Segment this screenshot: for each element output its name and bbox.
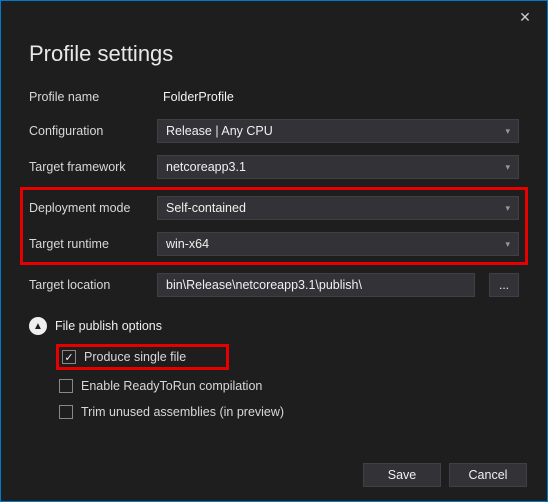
label-configuration: Configuration <box>29 124 149 138</box>
target-framework-dropdown[interactable]: netcoreapp3.1 ▾ <box>157 155 519 179</box>
label-target-framework: Target framework <box>29 160 149 174</box>
deployment-mode-dropdown[interactable]: Self-contained ▾ <box>157 196 519 220</box>
dialog-footer: Save Cancel <box>363 463 527 487</box>
target-runtime-dropdown[interactable]: win-x64 ▾ <box>157 232 519 256</box>
value-profile-name: FolderProfile <box>157 87 519 107</box>
option-trim-row: Trim unused assemblies (in preview) <box>29 405 519 419</box>
option-ready-to-run-row: Enable ReadyToRun compilation <box>29 379 519 393</box>
single-file-checkbox[interactable] <box>62 350 76 364</box>
ready-to-run-checkbox[interactable] <box>59 379 73 393</box>
single-file-label: Produce single file <box>84 350 186 364</box>
trim-checkbox[interactable] <box>59 405 73 419</box>
chevron-up-icon: ▲ <box>29 317 47 335</box>
save-button[interactable]: Save <box>363 463 441 487</box>
label-target-runtime: Target runtime <box>29 237 149 251</box>
cancel-button[interactable]: Cancel <box>449 463 527 487</box>
highlight-single-file: Produce single file <box>56 344 229 370</box>
chevron-down-icon: ▾ <box>505 203 510 214</box>
target-runtime-value: win-x64 <box>166 237 209 251</box>
settings-form: Profile name FolderProfile Configuration… <box>29 87 519 419</box>
close-icon[interactable]: ✕ <box>515 7 535 27</box>
option-single-file-row: Produce single file <box>29 347 519 367</box>
label-profile-name: Profile name <box>29 90 149 104</box>
chevron-down-icon: ▾ <box>505 162 510 173</box>
trim-label: Trim unused assemblies (in preview) <box>81 405 284 419</box>
file-publish-options-label: File publish options <box>55 319 162 333</box>
target-location-input[interactable]: bin\Release\netcoreapp3.1\publish\ <box>157 273 475 297</box>
file-publish-options-toggle[interactable]: ▲ File publish options <box>29 317 519 335</box>
chevron-down-icon: ▾ <box>505 239 510 250</box>
ready-to-run-label: Enable ReadyToRun compilation <box>81 379 262 393</box>
page-title: Profile settings <box>29 41 519 67</box>
label-target-location: Target location <box>29 278 149 292</box>
configuration-value: Release | Any CPU <box>166 124 273 138</box>
deployment-mode-value: Self-contained <box>166 201 246 215</box>
chevron-down-icon: ▾ <box>505 126 510 137</box>
target-framework-value: netcoreapp3.1 <box>166 160 246 174</box>
dialog-body: Profile settings Profile name FolderProf… <box>1 1 547 437</box>
configuration-dropdown[interactable]: Release | Any CPU ▾ <box>157 119 519 143</box>
label-deployment-mode: Deployment mode <box>29 201 149 215</box>
target-location-value: bin\Release\netcoreapp3.1\publish\ <box>166 278 362 292</box>
highlight-deployment-runtime: Deployment mode Self-contained ▾ Target … <box>20 187 528 265</box>
browse-button[interactable]: ... <box>489 273 519 297</box>
